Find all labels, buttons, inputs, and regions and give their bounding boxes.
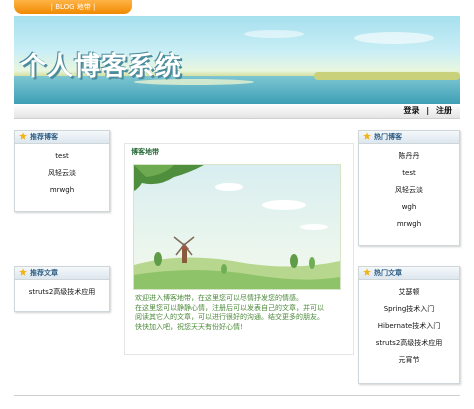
welcome-line: 快快加入吧，祝您天天有份好心情! [135,322,243,331]
panel-title: 热门文章 [374,269,402,277]
recommended-article-list: struts2高级技术应用 [15,280,109,301]
recommended-blog-list: test 风轻云淡 mrwgh [15,144,109,199]
welcome-illustration [133,164,341,290]
welcome-title: 博客地带 [131,148,159,156]
auth-links: 登录 | 注册 [401,105,454,116]
welcome-line: 欢迎进入博客地带，在这里您可以尽情抒发您的情感。 [135,294,303,302]
list-item[interactable]: 艾瑟顿 [359,284,459,301]
list-item[interactable]: 风轻云淡 [15,165,109,182]
star-icon [363,268,371,276]
list-item[interactable]: Spring技术入门 [359,301,459,318]
list-item[interactable]: struts2高级技术应用 [15,284,109,301]
welcome-line: 在这里您可以静静心情，注册后可以发表自己的文章，并可以 [135,303,324,312]
welcome-panel: 博客地带 欢迎进入博客地带，在这里您可以尽情抒发您的情感。 在这里您可以静静心情… [124,143,354,355]
recommended-articles-panel: 推荐文章 struts2高级技术应用 [14,266,110,312]
footer-divider [14,395,460,396]
panel-header: 推荐文章 [15,267,109,280]
panel-title: 热门博客 [374,133,402,141]
panel-header: 推荐博客 [15,131,109,144]
hot-article-list: 艾瑟顿 Spring技术入门 Hibernate技术入门 struts2高级技术… [359,280,459,369]
star-icon [19,268,27,276]
list-item[interactable]: 风轻云淡 [359,182,459,199]
list-item[interactable]: wgh [359,199,459,216]
list-item[interactable]: 元宵节 [359,352,459,369]
welcome-text: 欢迎进入博客地带，在这里您可以尽情抒发您的情感。 在这里您可以静静心情，注册后可… [135,294,347,332]
list-item[interactable]: test [359,165,459,182]
list-item[interactable]: mrwgh [15,182,109,199]
list-item[interactable]: test [15,148,109,165]
list-item[interactable]: struts2高级技术应用 [359,335,459,352]
register-link[interactable]: 注册 [434,106,454,115]
hot-articles-panel: 热门文章 艾瑟顿 Spring技术入门 Hibernate技术入门 struts… [358,266,460,384]
login-link[interactable]: 登录 [401,106,421,115]
panel-header: 热门文章 [359,267,459,280]
star-icon [19,132,27,140]
top-nav-bar: 登录 | 注册 [14,104,460,119]
recommended-blogs-panel: 推荐博客 test 风轻云淡 mrwgh [14,130,110,212]
nav-separator: | [426,106,430,115]
panel-title: 推荐文章 [30,269,58,277]
welcome-line: 阅读其它人的文章，可以进行很好的沟通。结交更多的朋友。 [135,313,324,321]
hot-blog-list: 陈丹丹 test 风轻云淡 wgh mrwgh [359,144,459,233]
panel-header: 热门博客 [359,131,459,144]
top-blog-tab[interactable]: | BLOG 地带 | [14,0,132,14]
list-item[interactable]: 陈丹丹 [359,148,459,165]
list-item[interactable]: Hibernate技术入门 [359,318,459,335]
hot-blogs-panel: 热门博客 陈丹丹 test 风轻云淡 wgh mrwgh [358,130,460,246]
list-item[interactable]: mrwgh [359,216,459,233]
site-title: 个人博客系统 [20,52,183,82]
panel-title: 推荐博客 [30,133,58,141]
star-icon [363,132,371,140]
header-banner: 个人博客系统 [14,16,460,104]
